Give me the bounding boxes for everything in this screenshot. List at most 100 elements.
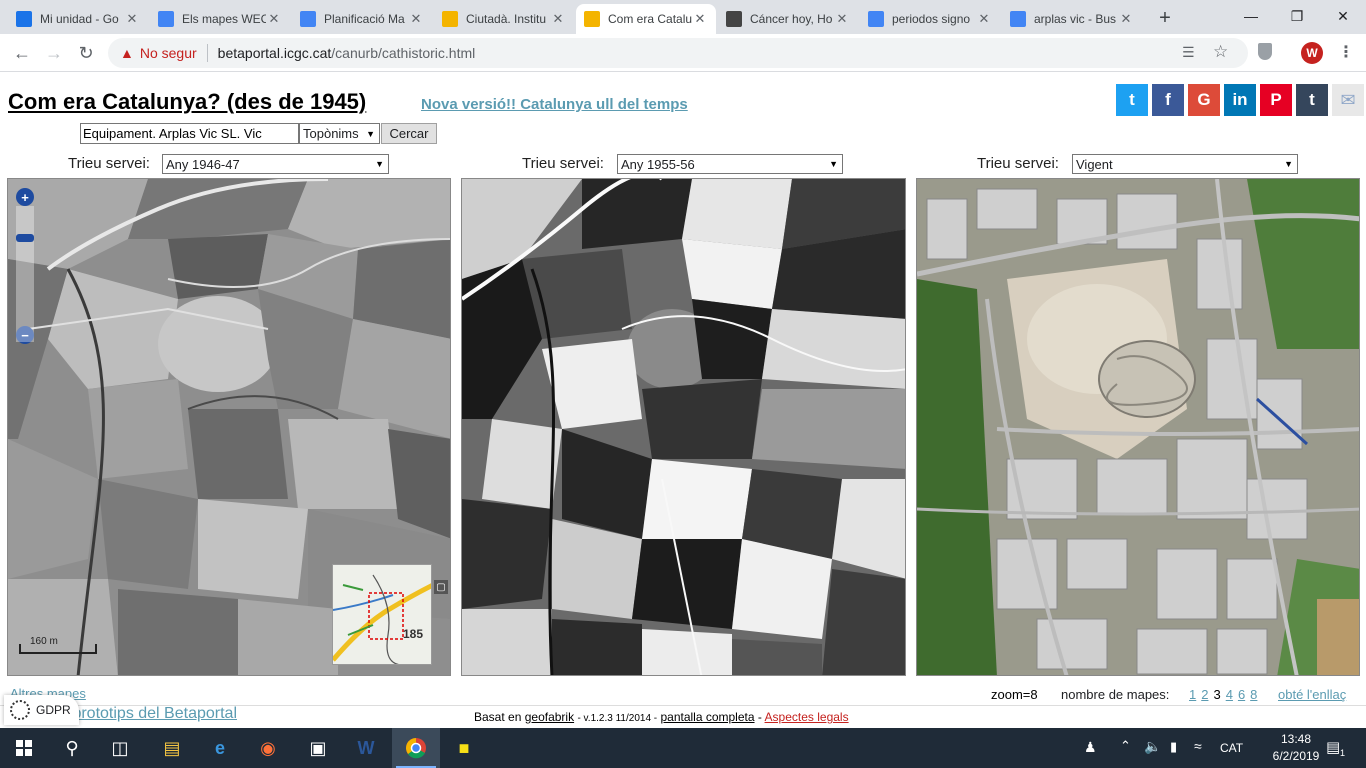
speaker-icon[interactable]: 🔈 (1144, 738, 1161, 755)
clock-date[interactable]: 6/2/2019 (1268, 749, 1324, 763)
satellite-photo-current[interactable] (917, 179, 1360, 676)
browser-tab[interactable]: periodos signo ✕ (860, 4, 1000, 34)
map-panel-vigent[interactable] (916, 178, 1360, 676)
task-view-icon[interactable]: ◫ (96, 728, 144, 768)
zoom-in-icon[interactable]: + (16, 188, 34, 206)
search-type-value: Topònims (303, 126, 359, 141)
show-hidden-icons[interactable]: ⌃ (1120, 738, 1131, 754)
tab-title: periodos signo (892, 12, 971, 26)
get-link[interactable]: obté l'enllaç (1278, 687, 1346, 702)
overview-map[interactable]: 185 (332, 564, 432, 665)
map-count-option: 3 (1213, 687, 1221, 702)
close-tab-icon[interactable]: ✕ (266, 11, 282, 27)
close-tab-icon[interactable]: ✕ (834, 11, 850, 27)
legal-link[interactable]: Aspectes legals (765, 710, 849, 724)
address-bar[interactable]: ▲ No segur betaportal.icgc.cat /canurb/c… (108, 38, 1248, 68)
chevron-down-icon: ▼ (1284, 159, 1293, 169)
zoom-slider[interactable] (16, 206, 34, 342)
firefox-icon[interactable]: ◉ (244, 728, 292, 768)
maps-count-label: nombre de mapes: (1061, 687, 1170, 702)
wifi-icon[interactable]: ≈ (1194, 738, 1202, 754)
map-panel-1955[interactable] (461, 178, 906, 676)
close-tab-icon[interactable]: ✕ (1118, 11, 1134, 27)
browser-tab[interactable]: Mi unidad - Go ✕ (8, 4, 148, 34)
service-select-1[interactable]: Any 1946-47 ▼ (162, 154, 389, 174)
service-select-2[interactable]: Any 1955-56 ▼ (617, 154, 843, 174)
new-version-link[interactable]: Nova versió!! Catalunya ull del temps (421, 96, 688, 113)
overview-toggle-icon[interactable]: ▢ (434, 580, 448, 594)
map-count-option[interactable]: 6 (1238, 687, 1245, 702)
map-count-option[interactable]: 2 (1201, 687, 1208, 702)
google-plus-icon[interactable]: G (1188, 84, 1220, 116)
facebook-icon[interactable]: f (1152, 84, 1184, 116)
extension-shield-icon[interactable] (1258, 43, 1272, 60)
google-docs-icon (158, 11, 174, 27)
close-tab-icon[interactable]: ✕ (692, 11, 708, 27)
browser-toolbar: ← → ↻ ▲ No segur betaportal.icgc.cat /ca… (0, 34, 1366, 72)
browser-tab[interactable]: Planificació Ma ✕ (292, 4, 432, 34)
browser-tab[interactable]: arplas vic - Bus ✕ (1002, 4, 1142, 34)
close-tab-icon[interactable]: ✕ (976, 11, 992, 27)
search-input[interactable] (80, 123, 299, 144)
word-icon[interactable]: W (342, 728, 390, 768)
search-type-select[interactable]: Topònims ▼ (299, 123, 380, 144)
email-icon[interactable]: ✉ (1332, 84, 1364, 116)
edge-icon[interactable]: e (196, 728, 244, 768)
google-icon (868, 11, 884, 27)
zoom-slider-handle[interactable] (16, 234, 34, 242)
close-tab-icon[interactable]: ✕ (550, 11, 566, 27)
sticky-notes-icon[interactable]: ■ (440, 728, 488, 768)
security-status[interactable]: No segur (140, 45, 197, 61)
warning-icon: ▲ (120, 45, 134, 61)
search-icon[interactable]: ⚲ (48, 728, 96, 768)
google-icon (1010, 11, 1026, 27)
fullscreen-link[interactable]: pantalla completa (660, 710, 754, 724)
tab-title: Ciutadà. Institu (466, 12, 547, 26)
translate-icon[interactable]: ☰ (1182, 44, 1195, 61)
notifications-icon[interactable]: ▤ (1326, 738, 1340, 756)
map-count-option[interactable]: 1 (1189, 687, 1196, 702)
twitter-icon[interactable]: t (1116, 84, 1148, 116)
chrome-icon[interactable] (392, 728, 440, 768)
new-tab-button[interactable]: + (1152, 6, 1178, 30)
battery-icon[interactable]: ▮ (1170, 739, 1177, 755)
people-icon[interactable]: ♟ (1084, 739, 1097, 756)
page-title[interactable]: Com era Catalunya? (des de 1945) (8, 89, 366, 115)
maximize-icon[interactable]: ❐ (1274, 0, 1320, 32)
close-tab-icon[interactable]: ✕ (408, 11, 424, 27)
camera-icon[interactable]: ▣ (294, 728, 342, 768)
minimize-icon[interactable]: — (1228, 0, 1274, 32)
prototypes-link[interactable]: s prototips del Betaportal (60, 705, 237, 723)
map-count-option[interactable]: 8 (1250, 687, 1257, 702)
service-select-value-3: Vigent (1076, 156, 1113, 172)
linkedin-icon[interactable]: in (1224, 84, 1256, 116)
browser-tab[interactable]: Ciutadà. Institu ✕ (434, 4, 574, 34)
search-button[interactable]: Cercar (381, 123, 437, 144)
overview-map-graphic (333, 565, 431, 664)
file-explorer-icon[interactable]: ▤ (148, 728, 196, 768)
pinterest-icon[interactable]: P (1260, 84, 1292, 116)
windows-start-icon[interactable] (0, 728, 48, 768)
tumblr-icon[interactable]: t (1296, 84, 1328, 116)
clock-time[interactable]: 13:48 (1268, 732, 1324, 746)
browser-tab[interactable]: Els mapes WEC ✕ (150, 4, 290, 34)
browser-tab[interactable]: Cáncer hoy, Ho ✕ (718, 4, 858, 34)
profile-avatar[interactable]: W (1301, 42, 1323, 64)
abc-icon (726, 11, 742, 27)
geofabrik-link[interactable]: geofabrik (525, 710, 574, 724)
map-count-option[interactable]: 4 (1226, 687, 1233, 702)
forward-icon[interactable]: → (40, 39, 68, 67)
reload-icon[interactable]: ↻ (72, 39, 100, 67)
service-select-3[interactable]: Vigent ▼ (1072, 154, 1298, 174)
close-window-icon[interactable]: ✕ (1320, 0, 1366, 32)
browser-tab[interactable]: Com era Catalu ✕ (576, 4, 716, 34)
gdpr-button[interactable]: GDPR (4, 695, 79, 725)
bookmark-star-icon[interactable]: ☆ (1213, 42, 1228, 62)
tab-title: arplas vic - Bus (1034, 12, 1117, 26)
chevron-down-icon: ▼ (366, 128, 375, 139)
menu-icon[interactable]: ⋮ (1338, 42, 1354, 62)
aerial-photo-1955[interactable] (462, 179, 906, 676)
close-tab-icon[interactable]: ✕ (124, 11, 140, 27)
back-icon[interactable]: ← (8, 39, 36, 67)
language-indicator[interactable]: CAT (1220, 741, 1243, 755)
